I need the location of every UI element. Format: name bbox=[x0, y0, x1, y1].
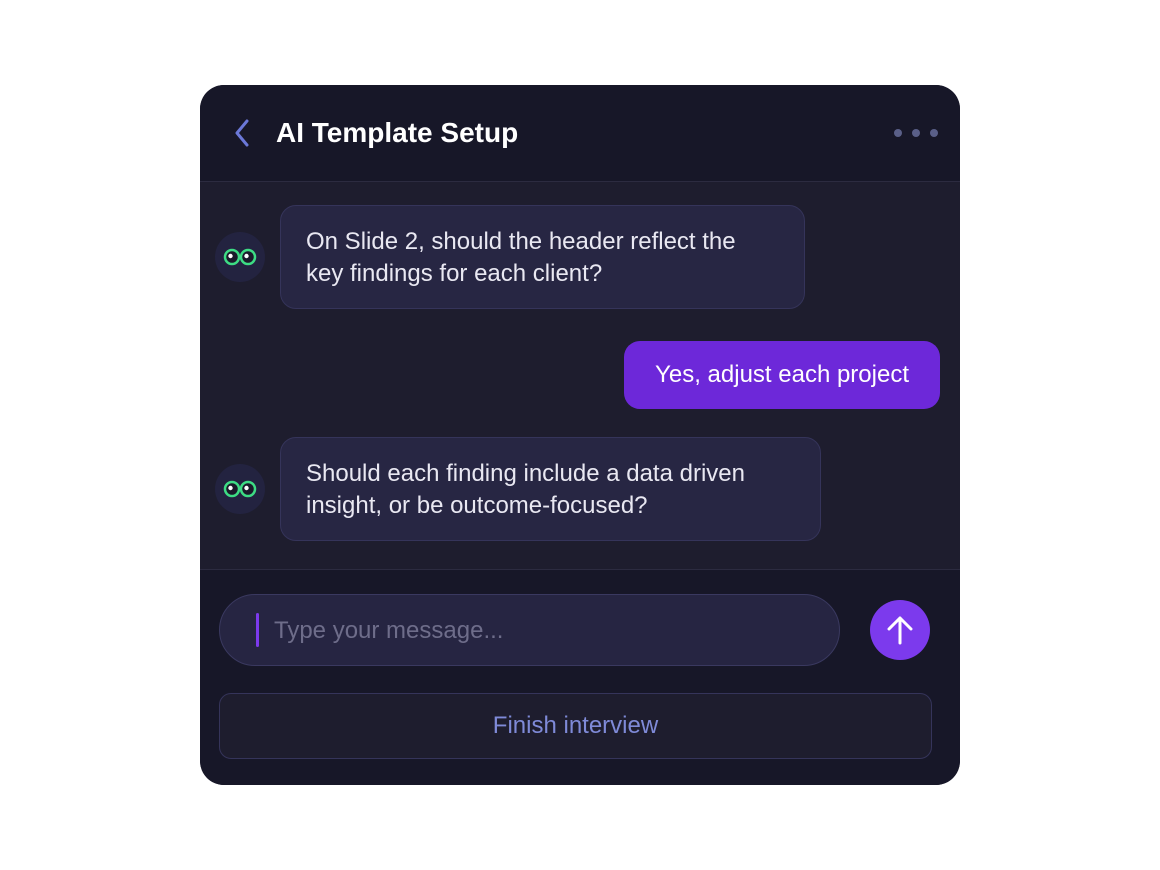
user-message: Yes, adjust each project bbox=[624, 341, 940, 409]
finish-interview-button[interactable]: Finish interview bbox=[219, 693, 932, 759]
composer-footer: Finish interview bbox=[200, 569, 960, 785]
back-button[interactable] bbox=[228, 115, 256, 151]
more-horizontal-icon bbox=[894, 129, 902, 137]
chat-header: AI Template Setup bbox=[200, 85, 960, 182]
send-button[interactable] bbox=[870, 600, 930, 660]
message-input-container[interactable] bbox=[219, 594, 840, 666]
bot-message: Should each finding include a data drive… bbox=[280, 437, 821, 541]
message-input[interactable] bbox=[272, 609, 816, 653]
text-caret bbox=[256, 613, 259, 647]
more-options-button[interactable] bbox=[894, 123, 938, 143]
chat-panel: AI Template Setup On Slide 2, should the… bbox=[200, 85, 960, 785]
bot-avatar bbox=[215, 232, 265, 282]
bot-avatar bbox=[215, 464, 265, 514]
page-title: AI Template Setup bbox=[276, 117, 519, 148]
bot-message: On Slide 2, should the header reflect th… bbox=[280, 205, 805, 309]
eyes-icon bbox=[223, 248, 257, 266]
chevron-left-icon bbox=[235, 119, 249, 147]
arrow-up-icon bbox=[887, 616, 913, 645]
eyes-icon bbox=[223, 480, 257, 498]
